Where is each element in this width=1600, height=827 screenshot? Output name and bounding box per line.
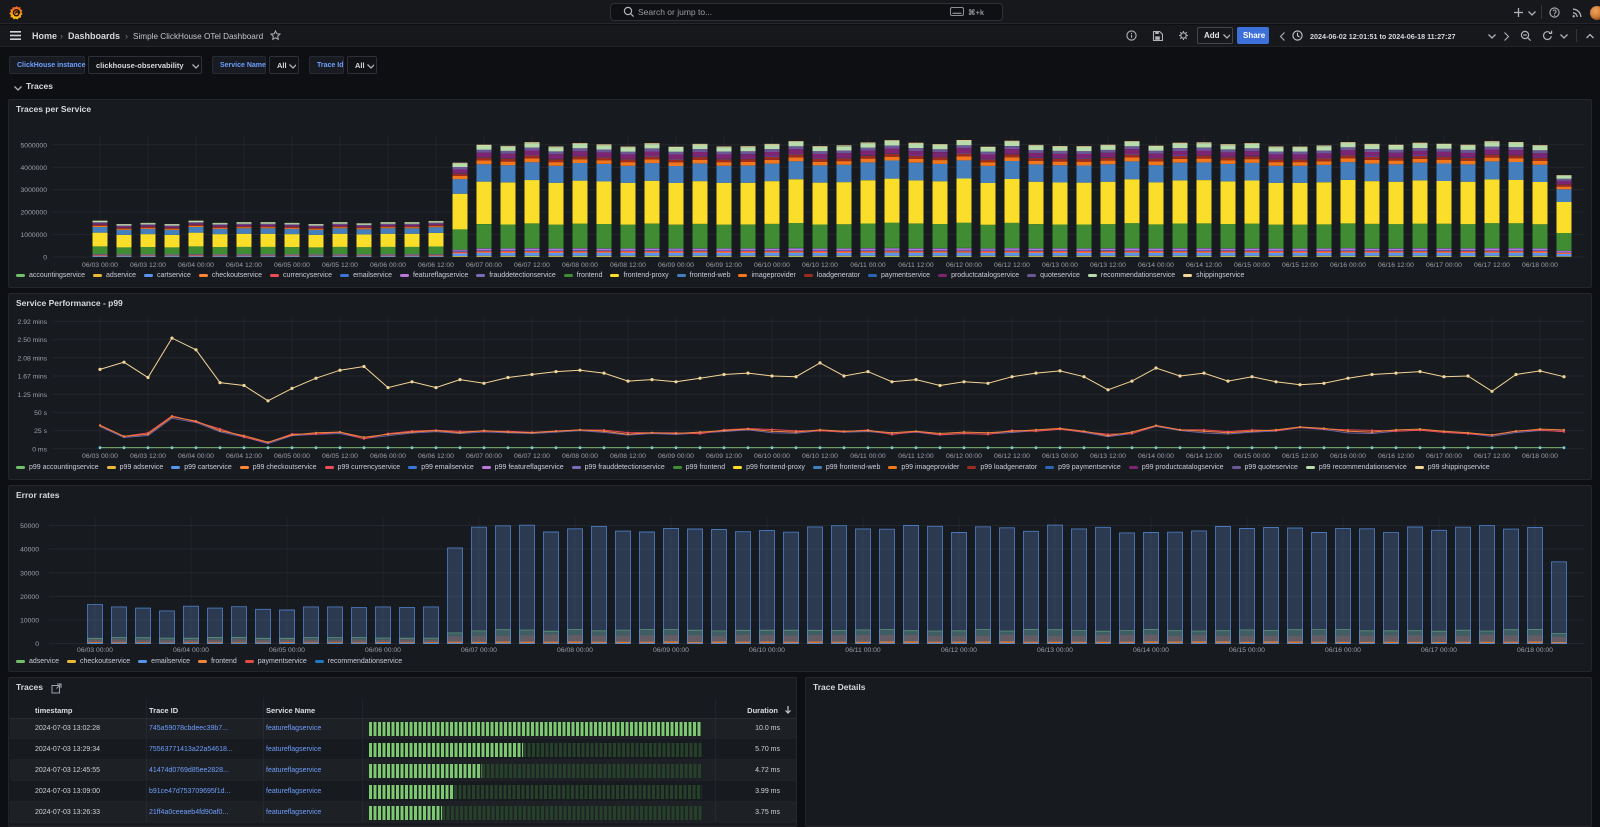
svg-text:06/12 12:00: 06/12 12:00	[994, 453, 1030, 460]
svg-text:06/10 12:00: 06/10 12:00	[802, 453, 838, 460]
svg-text:06/06 12:00: 06/06 12:00	[418, 262, 454, 269]
svg-text:06/16 12:00: 06/16 12:00	[1378, 453, 1414, 460]
svg-text:06/05 00:00: 06/05 00:00	[274, 453, 310, 460]
svg-text:06/12 00:00: 06/12 00:00	[946, 262, 982, 269]
svg-text:0 ms: 0 ms	[32, 446, 47, 453]
svg-text:06/16 00:00: 06/16 00:00	[1330, 453, 1366, 460]
svg-text:06/07 12:00: 06/07 12:00	[514, 262, 550, 269]
svg-text:06/09 12:00: 06/09 12:00	[706, 262, 742, 269]
svg-text:06/04 12:00: 06/04 12:00	[226, 262, 262, 269]
svg-text:10000: 10000	[20, 618, 39, 625]
svg-text:06/14 00:00: 06/14 00:00	[1138, 262, 1174, 269]
svg-text:50 s: 50 s	[34, 410, 47, 417]
svg-text:2000000: 2000000	[21, 210, 48, 217]
svg-text:06/17 00:00: 06/17 00:00	[1426, 453, 1462, 460]
svg-text:06/14 00:00: 06/14 00:00	[1138, 453, 1174, 460]
svg-text:06/10 12:00: 06/10 12:00	[802, 262, 838, 269]
svg-text:06/11 00:00: 06/11 00:00	[850, 453, 886, 460]
svg-text:06/15 00:00: 06/15 00:00	[1234, 262, 1270, 269]
svg-text:06/03 00:00: 06/03 00:00	[82, 453, 118, 460]
svg-text:06/16 00:00: 06/16 00:00	[1330, 262, 1366, 269]
svg-text:06/17 12:00: 06/17 12:00	[1474, 262, 1510, 269]
svg-text:06/17 00:00: 06/17 00:00	[1426, 262, 1462, 269]
svg-text:06/03 00:00: 06/03 00:00	[77, 647, 113, 654]
svg-text:06/07 00:00: 06/07 00:00	[461, 647, 497, 654]
svg-text:06/07 00:00: 06/07 00:00	[466, 262, 502, 269]
svg-text:06/05 00:00: 06/05 00:00	[269, 647, 305, 654]
svg-text:06/03 12:00: 06/03 12:00	[130, 453, 166, 460]
svg-text:06/18 00:00: 06/18 00:00	[1522, 262, 1558, 269]
svg-text:06/03 12:00: 06/03 12:00	[130, 262, 166, 269]
svg-text:06/06 00:00: 06/06 00:00	[370, 262, 406, 269]
svg-text:06/14 00:00: 06/14 00:00	[1133, 647, 1169, 654]
svg-text:06/14 12:00: 06/14 12:00	[1186, 453, 1222, 460]
svg-text:06/06 00:00: 06/06 00:00	[365, 647, 401, 654]
svg-text:5000000: 5000000	[21, 142, 48, 149]
svg-text:06/15 00:00: 06/15 00:00	[1229, 647, 1265, 654]
svg-text:06/05 12:00: 06/05 12:00	[322, 262, 358, 269]
svg-text:06/15 00:00: 06/15 00:00	[1234, 453, 1270, 460]
svg-text:2.92 mins: 2.92 mins	[18, 319, 48, 326]
svg-text:06/07 00:00: 06/07 00:00	[466, 453, 502, 460]
svg-text:06/12 00:00: 06/12 00:00	[941, 647, 977, 654]
svg-text:06/05 12:00: 06/05 12:00	[322, 453, 358, 460]
svg-text:06/11 00:00: 06/11 00:00	[845, 647, 881, 654]
svg-text:06/07 12:00: 06/07 12:00	[514, 453, 550, 460]
svg-text:06/15 12:00: 06/15 12:00	[1282, 453, 1318, 460]
svg-text:06/09 00:00: 06/09 00:00	[653, 647, 689, 654]
svg-text:06/16 12:00: 06/16 12:00	[1378, 262, 1414, 269]
svg-text:3000000: 3000000	[21, 187, 48, 194]
svg-text:06/13 00:00: 06/13 00:00	[1042, 453, 1078, 460]
svg-text:40000: 40000	[20, 547, 39, 554]
svg-text:06/12 00:00: 06/12 00:00	[946, 453, 982, 460]
svg-text:06/13 00:00: 06/13 00:00	[1042, 262, 1078, 269]
svg-text:06/10 00:00: 06/10 00:00	[754, 453, 790, 460]
svg-text:4000000: 4000000	[21, 165, 48, 172]
svg-text:25 s: 25 s	[34, 428, 47, 435]
svg-text:1000000: 1000000	[21, 232, 48, 239]
svg-text:06/04 00:00: 06/04 00:00	[178, 453, 214, 460]
svg-text:06/09 00:00: 06/09 00:00	[658, 453, 694, 460]
svg-text:06/08 12:00: 06/08 12:00	[610, 262, 646, 269]
svg-text:20000: 20000	[20, 594, 39, 601]
svg-text:0: 0	[35, 641, 39, 648]
svg-text:1.67 mins: 1.67 mins	[18, 374, 48, 381]
svg-text:06/15 12:00: 06/15 12:00	[1282, 262, 1318, 269]
svg-text:06/10 00:00: 06/10 00:00	[749, 647, 785, 654]
svg-text:06/04 00:00: 06/04 00:00	[178, 262, 214, 269]
svg-text:06/10 00:00: 06/10 00:00	[754, 262, 790, 269]
svg-text:30000: 30000	[20, 570, 39, 577]
svg-text:06/06 12:00: 06/06 12:00	[418, 453, 454, 460]
svg-text:2.08 mins: 2.08 mins	[18, 355, 48, 362]
svg-text:06/13 00:00: 06/13 00:00	[1037, 647, 1073, 654]
svg-text:06/16 00:00: 06/16 00:00	[1325, 647, 1361, 654]
svg-text:06/06 00:00: 06/06 00:00	[370, 453, 406, 460]
svg-text:06/08 00:00: 06/08 00:00	[562, 262, 598, 269]
svg-text:06/03 00:00: 06/03 00:00	[82, 262, 118, 269]
svg-text:06/04 12:00: 06/04 12:00	[226, 453, 262, 460]
svg-text:06/09 00:00: 06/09 00:00	[658, 262, 694, 269]
svg-text:06/12 12:00: 06/12 12:00	[994, 262, 1030, 269]
svg-text:06/14 12:00: 06/14 12:00	[1186, 262, 1222, 269]
svg-text:06/11 12:00: 06/11 12:00	[898, 453, 934, 460]
svg-text:50000: 50000	[20, 523, 39, 530]
svg-text:0: 0	[43, 255, 47, 262]
svg-text:06/17 12:00: 06/17 12:00	[1474, 453, 1510, 460]
svg-text:06/18 00:00: 06/18 00:00	[1517, 647, 1553, 654]
svg-text:06/13 12:00: 06/13 12:00	[1090, 262, 1126, 269]
svg-text:06/17 00:00: 06/17 00:00	[1421, 647, 1457, 654]
svg-text:06/04 00:00: 06/04 00:00	[173, 647, 209, 654]
svg-text:06/08 00:00: 06/08 00:00	[557, 647, 593, 654]
svg-text:06/05 00:00: 06/05 00:00	[274, 262, 310, 269]
svg-text:06/11 00:00: 06/11 00:00	[850, 262, 886, 269]
svg-text:06/11 12:00: 06/11 12:00	[898, 262, 934, 269]
svg-text:06/13 12:00: 06/13 12:00	[1090, 453, 1126, 460]
svg-text:06/08 12:00: 06/08 12:00	[610, 453, 646, 460]
svg-text:06/18 00:00: 06/18 00:00	[1522, 453, 1558, 460]
svg-text:2.50 mins: 2.50 mins	[18, 337, 48, 344]
svg-text:06/08 00:00: 06/08 00:00	[562, 453, 598, 460]
svg-text:1.25 mins: 1.25 mins	[18, 392, 48, 399]
svg-text:06/09 12:00: 06/09 12:00	[706, 453, 742, 460]
